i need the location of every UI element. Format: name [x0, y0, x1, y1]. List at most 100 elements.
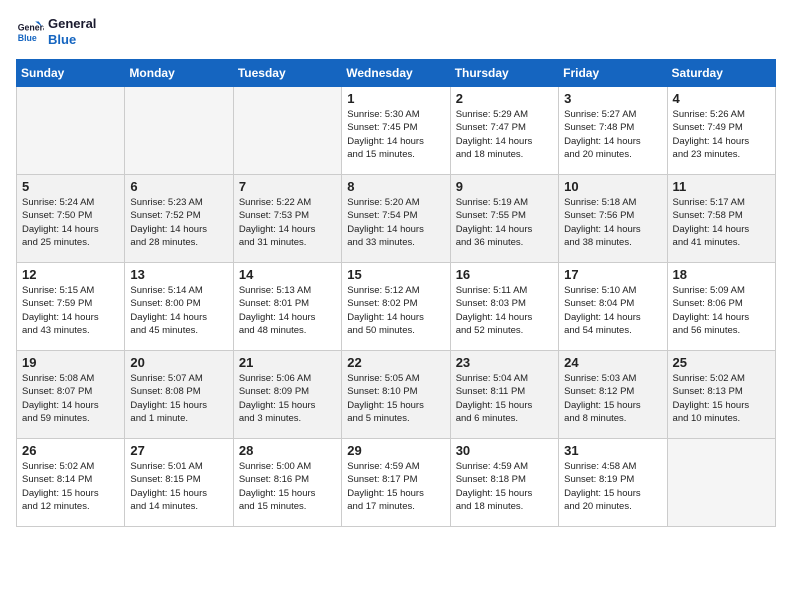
logo-general: General	[48, 16, 96, 31]
day-info: Sunrise: 5:18 AM Sunset: 7:56 PM Dayligh…	[564, 196, 661, 249]
calendar-cell: 29 Sunrise: 4:59 AM Sunset: 8:17 PM Dayli…	[342, 439, 450, 527]
calendar-cell: 7 Sunrise: 5:22 AM Sunset: 7:53 PM Daylig…	[233, 175, 341, 263]
calendar-week-row: 12Sunrise: 5:15 AM Sunset: 7:59 PM Dayli…	[17, 263, 776, 351]
calendar-cell: 15 Sunrise: 5:12 AM Sunset: 8:02 PM Dayli…	[342, 263, 450, 351]
day-info: Sunrise: 5:08 AM Sunset: 8:07 PM Dayligh…	[22, 372, 119, 425]
col-tuesday: Tuesday	[233, 60, 341, 87]
day-number: 25	[673, 355, 770, 370]
svg-text:Blue: Blue	[18, 32, 37, 42]
calendar-cell: 10 Sunrise: 5:18 AM Sunset: 7:56 PM Dayli…	[559, 175, 667, 263]
day-info: Sunrise: 5:02 AM Sunset: 8:13 PM Dayligh…	[673, 372, 770, 425]
day-number: 2	[456, 91, 553, 106]
calendar-cell	[667, 439, 775, 527]
day-info: Sunrise: 5:22 AM Sunset: 7:53 PM Dayligh…	[239, 196, 336, 249]
day-info: Sunrise: 5:27 AM Sunset: 7:48 PM Dayligh…	[564, 108, 661, 161]
calendar-cell: 2 Sunrise: 5:29 AM Sunset: 7:47 PM Daylig…	[450, 87, 558, 175]
day-number: 8	[347, 179, 444, 194]
col-monday: Monday	[125, 60, 233, 87]
day-number: 24	[564, 355, 661, 370]
day-info: Sunrise: 5:20 AM Sunset: 7:54 PM Dayligh…	[347, 196, 444, 249]
day-info: Sunrise: 5:10 AM Sunset: 8:04 PM Dayligh…	[564, 284, 661, 337]
day-number: 14	[239, 267, 336, 282]
calendar-cell: 14 Sunrise: 5:13 AM Sunset: 8:01 PM Dayli…	[233, 263, 341, 351]
calendar-header: Sunday Monday Tuesday Wednesday Thursday…	[17, 60, 776, 87]
calendar-cell: 20 Sunrise: 5:07 AM Sunset: 8:08 PM Dayli…	[125, 351, 233, 439]
calendar-cell: 9 Sunrise: 5:19 AM Sunset: 7:55 PM Daylig…	[450, 175, 558, 263]
day-info: Sunrise: 5:13 AM Sunset: 8:01 PM Dayligh…	[239, 284, 336, 337]
day-number: 29	[347, 443, 444, 458]
calendar-cell: 23 Sunrise: 5:04 AM Sunset: 8:11 PM Dayli…	[450, 351, 558, 439]
day-info: Sunrise: 5:29 AM Sunset: 7:47 PM Dayligh…	[456, 108, 553, 161]
day-number: 21	[239, 355, 336, 370]
col-saturday: Saturday	[667, 60, 775, 87]
day-info: Sunrise: 5:05 AM Sunset: 8:10 PM Dayligh…	[347, 372, 444, 425]
day-info: Sunrise: 5:30 AM Sunset: 7:45 PM Dayligh…	[347, 108, 444, 161]
col-sunday: Sunday	[17, 60, 125, 87]
page-header: General Blue General Blue	[16, 16, 776, 47]
day-number: 31	[564, 443, 661, 458]
day-number: 20	[130, 355, 227, 370]
calendar-cell: 26 Sunrise: 5:02 AM Sunset: 8:14 PM Dayli…	[17, 439, 125, 527]
calendar-cell: 3Sunrise: 5:27 AM Sunset: 7:48 PM Daylig…	[559, 87, 667, 175]
day-number: 4	[673, 91, 770, 106]
day-number: 23	[456, 355, 553, 370]
calendar-cell: 22 Sunrise: 5:05 AM Sunset: 8:10 PM Dayli…	[342, 351, 450, 439]
calendar-cell: 25 Sunrise: 5:02 AM Sunset: 8:13 PM Dayli…	[667, 351, 775, 439]
calendar-week-row: 26 Sunrise: 5:02 AM Sunset: 8:14 PM Dayli…	[17, 439, 776, 527]
calendar-cell: 12Sunrise: 5:15 AM Sunset: 7:59 PM Dayli…	[17, 263, 125, 351]
day-info: Sunrise: 5:12 AM Sunset: 8:02 PM Dayligh…	[347, 284, 444, 337]
calendar-cell: 18 Sunrise: 5:09 AM Sunset: 8:06 PM Dayli…	[667, 263, 775, 351]
day-info: Sunrise: 5:06 AM Sunset: 8:09 PM Dayligh…	[239, 372, 336, 425]
day-info: Sunrise: 5:00 AM Sunset: 8:16 PM Dayligh…	[239, 460, 336, 513]
day-info: Sunrise: 5:24 AM Sunset: 7:50 PM Dayligh…	[22, 196, 119, 249]
day-number: 30	[456, 443, 553, 458]
day-info: Sunrise: 5:03 AM Sunset: 8:12 PM Dayligh…	[564, 372, 661, 425]
day-number: 27	[130, 443, 227, 458]
day-info: Sunrise: 5:02 AM Sunset: 8:14 PM Dayligh…	[22, 460, 119, 513]
calendar-cell: 4 Sunrise: 5:26 AM Sunset: 7:49 PM Daylig…	[667, 87, 775, 175]
day-number: 26	[22, 443, 119, 458]
day-info: Sunrise: 5:04 AM Sunset: 8:11 PM Dayligh…	[456, 372, 553, 425]
calendar-cell: 21 Sunrise: 5:06 AM Sunset: 8:09 PM Dayli…	[233, 351, 341, 439]
calendar-cell: 5 Sunrise: 5:24 AM Sunset: 7:50 PM Daylig…	[17, 175, 125, 263]
day-info: Sunrise: 5:14 AM Sunset: 8:00 PM Dayligh…	[130, 284, 227, 337]
col-friday: Friday	[559, 60, 667, 87]
col-thursday: Thursday	[450, 60, 558, 87]
day-info: Sunrise: 5:07 AM Sunset: 8:08 PM Dayligh…	[130, 372, 227, 425]
day-number: 7	[239, 179, 336, 194]
calendar-cell: 11 Sunrise: 5:17 AM Sunset: 7:58 PM Dayli…	[667, 175, 775, 263]
day-info: Sunrise: 5:09 AM Sunset: 8:06 PM Dayligh…	[673, 284, 770, 337]
day-info: Sunrise: 5:17 AM Sunset: 7:58 PM Dayligh…	[673, 196, 770, 249]
day-number: 5	[22, 179, 119, 194]
calendar-body: 1 Sunrise: 5:30 AM Sunset: 7:45 PM Daylig…	[17, 87, 776, 527]
day-number: 6	[130, 179, 227, 194]
day-number: 10	[564, 179, 661, 194]
calendar-cell: 17Sunrise: 5:10 AM Sunset: 8:04 PM Dayli…	[559, 263, 667, 351]
day-info: Sunrise: 4:59 AM Sunset: 8:17 PM Dayligh…	[347, 460, 444, 513]
day-number: 22	[347, 355, 444, 370]
day-number: 18	[673, 267, 770, 282]
day-info: Sunrise: 5:15 AM Sunset: 7:59 PM Dayligh…	[22, 284, 119, 337]
calendar-week-row: 1 Sunrise: 5:30 AM Sunset: 7:45 PM Daylig…	[17, 87, 776, 175]
calendar-cell: 30 Sunrise: 4:59 AM Sunset: 8:18 PM Dayli…	[450, 439, 558, 527]
day-number: 1	[347, 91, 444, 106]
day-number: 28	[239, 443, 336, 458]
col-wednesday: Wednesday	[342, 60, 450, 87]
day-info: Sunrise: 5:26 AM Sunset: 7:49 PM Dayligh…	[673, 108, 770, 161]
calendar-cell	[233, 87, 341, 175]
calendar-week-row: 5 Sunrise: 5:24 AM Sunset: 7:50 PM Daylig…	[17, 175, 776, 263]
calendar-cell: 1 Sunrise: 5:30 AM Sunset: 7:45 PM Daylig…	[342, 87, 450, 175]
day-number: 13	[130, 267, 227, 282]
day-info: Sunrise: 5:19 AM Sunset: 7:55 PM Dayligh…	[456, 196, 553, 249]
calendar-cell: 27Sunrise: 5:01 AM Sunset: 8:15 PM Dayli…	[125, 439, 233, 527]
calendar-cell: 24 Sunrise: 5:03 AM Sunset: 8:12 PM Dayli…	[559, 351, 667, 439]
calendar-cell: 31Sunrise: 4:58 AM Sunset: 8:19 PM Dayli…	[559, 439, 667, 527]
calendar-cell: 8 Sunrise: 5:20 AM Sunset: 7:54 PM Daylig…	[342, 175, 450, 263]
calendar-table: Sunday Monday Tuesday Wednesday Thursday…	[16, 59, 776, 527]
calendar-cell: 19Sunrise: 5:08 AM Sunset: 8:07 PM Dayli…	[17, 351, 125, 439]
day-number: 9	[456, 179, 553, 194]
day-number: 15	[347, 267, 444, 282]
day-info: Sunrise: 4:59 AM Sunset: 8:18 PM Dayligh…	[456, 460, 553, 513]
day-number: 11	[673, 179, 770, 194]
day-info: Sunrise: 5:23 AM Sunset: 7:52 PM Dayligh…	[130, 196, 227, 249]
